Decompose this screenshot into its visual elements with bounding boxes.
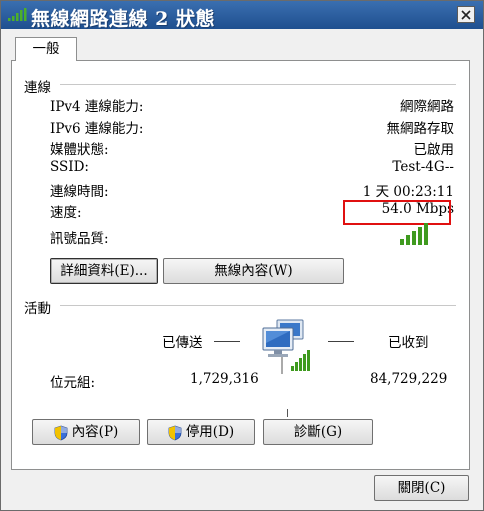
bytes-label: 位元組: (50, 375, 96, 391)
dialog-body: 一般 連線 IPv4 連線能力: 網際網路 IPv6 連線能力: 無網路存取 媒… (3, 29, 481, 508)
connection-section-label: 連線 (24, 80, 51, 96)
properties-button[interactable]: 內容(P) (32, 419, 140, 445)
tab-general[interactable]: 一般 (15, 37, 77, 61)
ipv6-value: 無網路存取 (386, 121, 455, 137)
media-state-label: 媒體狀態: (50, 142, 109, 158)
ipv6-label: IPv6 連線能力: (50, 121, 144, 137)
signal-bar (400, 239, 404, 245)
received-label: 已收到 (388, 335, 429, 351)
bytes-received-value: 84,729,229 (370, 371, 448, 387)
disable-button[interactable]: 停用(D) (147, 419, 255, 445)
uac-shield-icon (54, 425, 68, 440)
speed-label: 速度: (50, 205, 82, 221)
activity-divider (60, 305, 456, 306)
wifi-signal-icon (8, 8, 27, 21)
media-state-value: 已啟用 (413, 142, 455, 158)
signal-bar (412, 231, 416, 245)
disable-button-label: 停用(D) (185, 424, 235, 440)
close-window-button[interactable] (457, 6, 475, 23)
close-icon (461, 10, 471, 20)
bytes-sent-value: 1,729,316 (190, 371, 259, 387)
ipv4-label: IPv4 連線能力: (50, 99, 144, 115)
ssid-value: Test-4G-- (392, 159, 454, 175)
duration-value: 1 天 00:23:11 (362, 184, 454, 200)
ssid-label: SSID: (50, 159, 89, 175)
close-button[interactable]: 關閉(C) (374, 475, 469, 501)
status-window: 無線網路連線 2 狀態 一般 連線 IPv4 連線能力: 網際網路 IPv6 連… (0, 0, 484, 511)
signal-bar (418, 227, 422, 245)
general-panel: 連線 IPv4 連線能力: 網際網路 IPv6 連線能力: 無網路存取 媒體狀態… (11, 60, 470, 470)
sent-label: 已傳送 (162, 335, 203, 351)
window-title: 無線網路連線 2 狀態 (31, 8, 215, 30)
network-computers-icon (262, 319, 310, 374)
network-link-line (287, 409, 288, 417)
duration-label: 連線時間: (50, 184, 109, 200)
connection-divider (60, 84, 456, 85)
sent-dash (214, 341, 240, 342)
diagnose-button[interactable]: 診斷(G) (263, 419, 373, 445)
received-dash (328, 341, 354, 342)
signal-bar (406, 235, 410, 245)
ipv4-value: 網際網路 (400, 99, 454, 115)
signal-quality-label: 訊號品質: (50, 231, 109, 247)
activity-section-label: 活動 (24, 301, 51, 317)
details-button[interactable]: 詳細資料(E)... (50, 258, 158, 284)
signal-bar (424, 223, 428, 245)
signal-bars-icon (400, 223, 428, 245)
wireless-properties-button[interactable]: 無線內容(W) (163, 258, 344, 284)
speed-highlight-box (343, 200, 451, 225)
uac-shield-icon (168, 425, 182, 440)
title-bar: 無線網路連線 2 狀態 (1, 1, 483, 30)
properties-button-label: 內容(P) (71, 424, 119, 440)
